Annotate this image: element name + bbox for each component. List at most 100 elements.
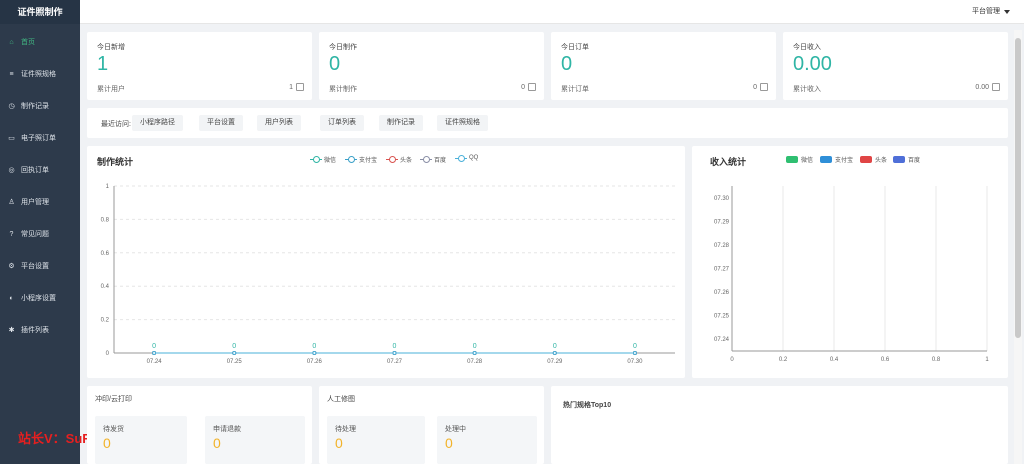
- x-tick-label: 07.30: [627, 359, 643, 365]
- gear-icon: ⚙: [8, 262, 15, 270]
- x-tick-label: 07.28: [467, 359, 483, 365]
- stat-foot-value: 0: [753, 83, 757, 91]
- y-tick-label: 07.28: [714, 243, 730, 249]
- legend-swatch-icon: [893, 156, 905, 163]
- y-tick-label: 07.29: [714, 219, 730, 225]
- stat-label: 今日收入: [793, 44, 821, 51]
- stat-label: 今日制作: [329, 44, 357, 51]
- y-tick-label: 07.26: [714, 290, 730, 296]
- legend-label: 微信: [801, 158, 814, 164]
- sidebar-item-4[interactable]: ◎ 回执订单: [0, 160, 80, 180]
- data-label: 0: [232, 343, 236, 350]
- caret-down-icon: [1004, 10, 1010, 14]
- refund-request-label: 申请退款: [213, 426, 241, 433]
- data-label: 0: [553, 343, 557, 350]
- data-label: 0: [393, 343, 397, 350]
- sidebar-item-7[interactable]: ⚙ 平台设置: [0, 256, 80, 276]
- y-tick-label: 0.4: [101, 284, 110, 290]
- sidebar-item-label: 证件照规格: [21, 71, 56, 78]
- sidebar-item-3[interactable]: ▭ 电子照订单: [0, 128, 80, 148]
- sidebar-item-label: 回执订单: [21, 167, 49, 174]
- top-specs-title: 热门规格Top10: [563, 402, 612, 409]
- income-legend-item-3[interactable]: 百度: [893, 155, 920, 164]
- page-scrollbar-track[interactable]: [1014, 30, 1022, 464]
- legend-item-2[interactable]: 头条: [386, 155, 412, 164]
- legend-label: 支付宝: [835, 158, 854, 164]
- sidebar-item-1[interactable]: ≡ 证件照规格: [0, 64, 80, 84]
- legend-label: 微信: [324, 158, 337, 164]
- user-icon: [296, 83, 304, 91]
- platform-menu-label: 平台管理: [972, 8, 1000, 15]
- income-legend-item-0[interactable]: 微信: [786, 155, 813, 164]
- data-point: [152, 351, 157, 355]
- stat-foot-label: 累计制作: [329, 86, 357, 93]
- income-legend-item-1[interactable]: 支付宝: [820, 155, 853, 164]
- recent-link-photo-specs[interactable]: 证件照规格: [437, 115, 488, 131]
- calendar-icon: [992, 83, 1000, 91]
- stat-foot-label: 累计用户: [97, 86, 125, 93]
- sidebar-item-label: 用户管理: [21, 199, 49, 206]
- production-stats-title: 制作统计: [97, 157, 134, 167]
- retouch-pending-label: 待处理: [335, 426, 356, 433]
- y-tick-label: 07.24: [714, 337, 730, 343]
- sidebar-item-5[interactable]: ♙ 用户管理: [0, 192, 80, 212]
- refund-request-box[interactable]: 申请退款 0: [205, 416, 305, 464]
- recent-link-production-records[interactable]: 制作记录: [379, 115, 423, 131]
- sidebar-item-9[interactable]: ✱ 插件列表: [0, 320, 80, 340]
- income-stats-title: 收入统计: [710, 157, 747, 167]
- legend-item-1[interactable]: 支付宝: [345, 155, 377, 164]
- legend-item-3[interactable]: 百度: [420, 155, 446, 164]
- y-tick-label: 1: [106, 184, 110, 190]
- retouch-processing-box[interactable]: 处理中 0: [437, 416, 537, 464]
- sidebar-item-label: 首页: [21, 39, 35, 46]
- top-bar: 平台管理: [80, 0, 1024, 24]
- sidebar-item-6[interactable]: ? 常见问题: [0, 224, 80, 244]
- sidebar-item-label: 电子照订单: [21, 135, 56, 142]
- page-scrollbar-thumb[interactable]: [1015, 38, 1021, 338]
- data-point: [312, 351, 317, 355]
- legend-label: 支付宝: [359, 158, 378, 164]
- data-point: [552, 351, 557, 355]
- pending-shipment-box[interactable]: 待发货 0: [95, 416, 187, 464]
- print-panel: 冲印/云打印 待发货 0 申请退款 0: [87, 386, 312, 464]
- miniapp-icon: ◐: [9, 294, 14, 302]
- recent-link-platform-settings[interactable]: 平台设置: [199, 115, 243, 131]
- legend-item-0[interactable]: 微信: [310, 155, 336, 164]
- data-point: [392, 351, 397, 355]
- x-tick-label: 0.2: [779, 357, 788, 363]
- stat-value: 0: [561, 53, 573, 75]
- x-tick-label: 0.6: [881, 357, 890, 363]
- stat-foot-label: 累计订单: [561, 86, 589, 93]
- x-tick-label: 0: [730, 357, 734, 363]
- x-tick-label: 07.27: [387, 359, 403, 365]
- plugin-icon: ✱: [8, 326, 15, 334]
- recent-link-user-list[interactable]: 用户列表: [257, 115, 301, 131]
- x-tick-label: 07.25: [227, 359, 243, 365]
- data-point: [472, 351, 477, 355]
- calendar-icon: [760, 83, 768, 91]
- y-tick-label: 0: [106, 351, 110, 357]
- income-bar-chart: 0 0.2 0.4 0.6 0.8 1 07.30 07.29 07.28 07.27 07.26 0…: [714, 186, 989, 363]
- platform-menu-dropdown[interactable]: 平台管理: [972, 0, 1010, 24]
- sidebar-item-2[interactable]: ◷ 制作记录: [0, 96, 80, 116]
- stat-foot-value: 1: [289, 83, 293, 91]
- sidebar-item-0[interactable]: ⌂ 首页: [0, 32, 80, 52]
- data-label: 0: [152, 343, 156, 350]
- print-panel-title: 冲印/云打印: [95, 396, 132, 403]
- question-icon: ?: [9, 230, 14, 238]
- income-legend-item-2[interactable]: 头条: [860, 155, 887, 164]
- clock-icon: ◷: [8, 102, 15, 110]
- sidebar-item-label: 插件列表: [21, 327, 49, 334]
- top-specs-panel: 热门规格Top10: [551, 386, 1008, 464]
- retouch-pending-box[interactable]: 待处理 0: [327, 416, 425, 464]
- recent-link-order-list[interactable]: 订单列表: [320, 115, 364, 131]
- legend-item-4[interactable]: QQ: [455, 154, 478, 162]
- recent-link-miniapp-path[interactable]: 小程序路径: [132, 115, 183, 131]
- legend-swatch-icon: [786, 156, 798, 163]
- retouch-processing-label: 处理中: [445, 426, 466, 433]
- sidebar-item-label: 小程序设置: [21, 295, 56, 302]
- legend-label: 百度: [434, 158, 447, 164]
- stat-card-orders: 今日订单 0 累计订单 0: [551, 32, 776, 100]
- receipt-icon: ◎: [8, 166, 15, 174]
- sidebar-item-8[interactable]: ◐ 小程序设置: [0, 288, 80, 308]
